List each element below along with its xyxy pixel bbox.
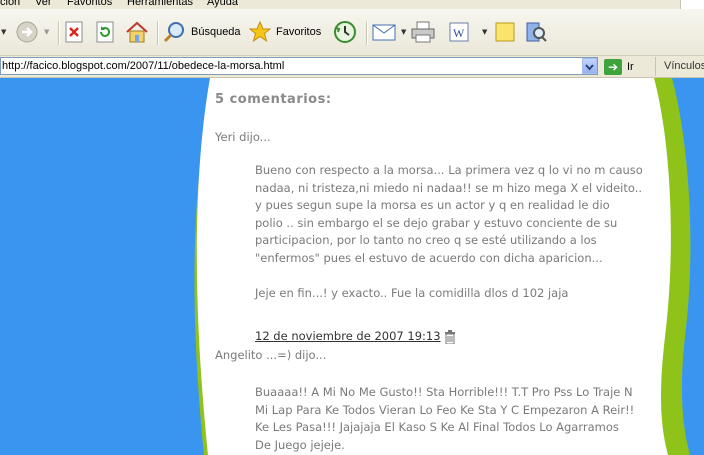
go-arrow-icon: ➔ — [604, 58, 622, 75]
svg-text:W: W — [453, 26, 465, 40]
word-edit-icon: W — [449, 22, 469, 42]
comment-author: Angelito ...=) dijo... — [215, 348, 327, 362]
chevron-down-icon: ▼ — [44, 28, 50, 36]
forward-button[interactable]: ▼ — [15, 9, 49, 55]
edit-button[interactable]: W ▼ — [448, 9, 487, 55]
home-button[interactable] — [124, 9, 150, 55]
page-content: 5 comentarios: Yeri dijo... Bueno con re… — [0, 78, 704, 455]
note-icon — [495, 22, 515, 42]
comment-timestamp-link[interactable]: 12 de noviembre de 2007 19:13 — [255, 329, 441, 343]
trash-icon[interactable] — [444, 330, 456, 344]
chevron-down-icon — [585, 64, 594, 71]
comment-line: Buaaaa!! A Mi No Me Gusto!! Sta Horrible… — [255, 385, 633, 399]
refresh-icon — [96, 21, 114, 43]
comment-line: Jeje en fin...! y exacto.. Fue la comidi… — [255, 285, 569, 300]
comment-line — [255, 267, 665, 285]
menu-item-ver[interactable]: Ver — [35, 0, 52, 8]
comment-line: participacion, por lo tanto no creo q se… — [255, 233, 597, 247]
comment-author: Yeri dijo... — [215, 130, 271, 144]
chevron-down-icon: ▼ — [401, 28, 407, 36]
comment-line: y pues segun supe la morsa es un actor y… — [255, 198, 610, 212]
go-label: Ir — [627, 60, 634, 73]
comment-line: Bueno con respecto a la morsa... La prim… — [255, 163, 643, 177]
discuss-button[interactable] — [494, 9, 516, 55]
stop-button[interactable] — [64, 9, 84, 55]
comment-line: nadaa, ni tristeza,ni miedo ni nadaa!! s… — [255, 180, 643, 195]
research-button[interactable] — [524, 9, 548, 55]
window-control[interactable] — [680, 0, 704, 9]
toolbar: ▼ ▼ Búsqueda Favoritos ▼ W ▼ — [0, 9, 704, 56]
chevron-down-icon: ▼ — [1, 28, 7, 36]
comment-line: De Juego jejeje. — [255, 437, 345, 452]
address-dropdown-button[interactable] — [582, 58, 597, 74]
links-label[interactable]: Vínculos — [655, 57, 704, 76]
mail-icon — [372, 24, 396, 41]
comment-body: Bueno con respecto a la morsa... La prim… — [255, 162, 665, 302]
comment-line: polio .. sin embargo el se dejo grabar y… — [255, 215, 618, 230]
printer-icon — [411, 21, 435, 43]
menu-item-favoritos[interactable]: Favoritos — [67, 0, 112, 8]
address-input[interactable]: http://facico.blogspot.com/2007/11/obede… — [0, 57, 598, 75]
menu-item-edicion[interactable]: ción — [0, 0, 20, 8]
menu-bar: ción Ver Favoritos Herramientas Ayuda — [0, 0, 704, 9]
refresh-button[interactable] — [95, 9, 115, 55]
search-button[interactable]: Búsqueda — [163, 9, 241, 55]
comment-line: Ke Les Pasa!!! Jajajaja El Kaso S Ke Al … — [255, 420, 619, 434]
history-icon — [334, 21, 356, 43]
toolbar-separator — [157, 21, 159, 45]
mail-button[interactable]: ▼ — [372, 9, 406, 55]
comment-body: Buaaaa!! A Mi No Me Gusto!! Sta Horrible… — [255, 384, 665, 454]
star-icon — [248, 20, 272, 43]
forward-arrow-icon — [16, 21, 38, 43]
print-button[interactable] — [410, 9, 436, 55]
history-button[interactable] — [333, 9, 357, 55]
search-icon — [163, 22, 184, 43]
toolbar-separator — [58, 21, 60, 45]
favorites-button[interactable]: Favoritos — [248, 9, 321, 55]
chevron-down-icon: ▼ — [482, 28, 488, 36]
favorites-label: Favoritos — [276, 26, 322, 38]
stop-icon — [65, 21, 83, 43]
home-icon — [126, 21, 148, 43]
comment-line: Mi Lap Para Ke Todos Vieran Lo Feo Ke St… — [255, 402, 635, 417]
comment-line: "enfermos" pues el estuvo de acuerdo con… — [255, 250, 603, 265]
comments-heading: 5 comentarios: — [215, 92, 332, 107]
toolbar-separator — [366, 21, 368, 45]
search-label: Búsqueda — [191, 26, 241, 38]
address-bar: http://facico.blogspot.com/2007/11/obede… — [0, 56, 704, 78]
back-dropdown[interactable]: ▼ — [0, 9, 6, 55]
go-button[interactable]: ➔ Ir — [604, 57, 644, 76]
research-icon — [526, 22, 547, 42]
menu-item-herramientas[interactable]: Herramientas — [127, 0, 193, 8]
menu-item-ayuda[interactable]: Ayuda — [207, 0, 238, 8]
